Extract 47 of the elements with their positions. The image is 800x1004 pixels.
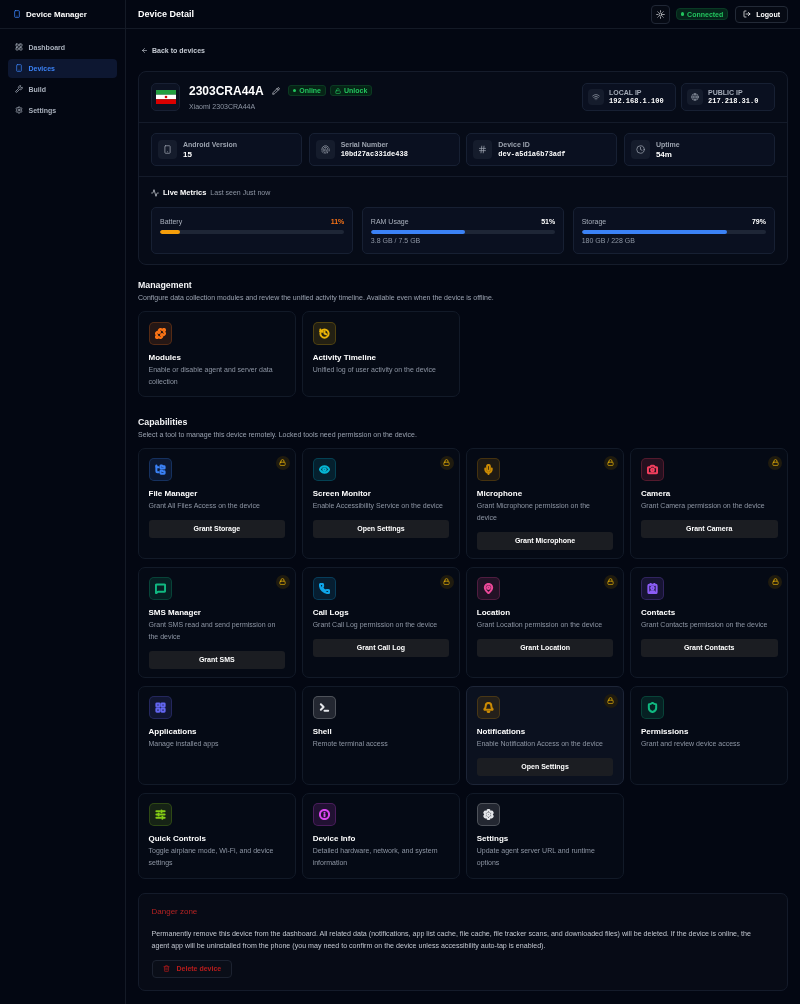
card-title: SMS Manager	[148, 607, 201, 619]
danger-zone-title: Danger zone	[151, 906, 198, 918]
app-title: Device Manager	[26, 9, 87, 19]
wrench-icon	[14, 85, 23, 93]
log-out-icon	[743, 10, 752, 18]
card-title: File Manager	[148, 488, 198, 500]
phone-icon	[13, 10, 21, 18]
card-title: Quick Controls	[148, 833, 206, 845]
card-title: Microphone	[476, 488, 523, 500]
status-dot-icon	[292, 88, 297, 93]
card-title: Activity Timeline	[312, 351, 377, 364]
info-value: 15	[183, 148, 192, 160]
trash-icon	[162, 965, 170, 973]
fingerprint-icon	[315, 140, 335, 159]
page-title: Device Detail	[138, 9, 195, 19]
arrow-left-icon	[141, 46, 148, 54]
device-name: 2303CRA44A	[189, 83, 264, 98]
theme-toggle-button[interactable]	[650, 4, 670, 24]
pencil-icon[interactable]	[271, 86, 280, 95]
card-title: Modules	[148, 351, 181, 364]
card-title: Contacts	[640, 607, 676, 619]
phone-icon	[14, 64, 23, 72]
phone-icon	[158, 140, 177, 159]
section-title: Capabilities	[138, 415, 189, 428]
globe-icon	[687, 89, 703, 105]
card-title: Screen Monitor	[312, 488, 371, 500]
wifi-icon	[588, 89, 604, 105]
card-title: Location	[476, 607, 511, 619]
pulse-icon	[151, 188, 159, 197]
padlock-icon	[335, 87, 341, 94]
card-title: Permissions	[640, 726, 689, 738]
card-title: Notifications	[476, 726, 526, 738]
info-value: 54m	[655, 149, 672, 160]
clock-icon	[630, 140, 650, 159]
grid-icon	[14, 43, 23, 51]
card-title: Settings	[476, 833, 509, 845]
card-title: Call Logs	[312, 607, 349, 619]
card-title: Camera	[640, 488, 671, 500]
status-dot-icon	[680, 12, 685, 16]
flag-icon	[151, 83, 180, 111]
gear-icon	[14, 106, 23, 114]
section-title: Management	[138, 279, 193, 291]
card-title: Applications	[148, 726, 197, 738]
card-title: Shell	[312, 726, 332, 738]
hash-icon	[473, 140, 493, 159]
card-title: Device Info	[312, 833, 356, 845]
sun-icon	[655, 9, 665, 19]
